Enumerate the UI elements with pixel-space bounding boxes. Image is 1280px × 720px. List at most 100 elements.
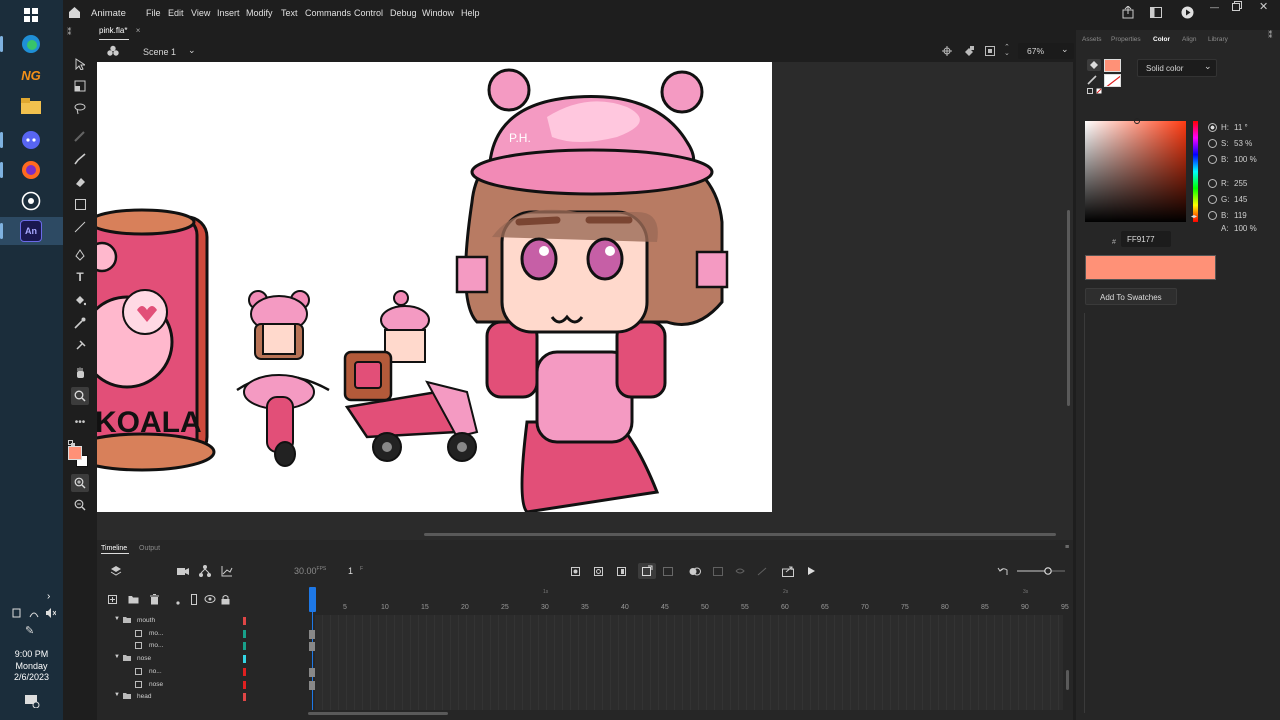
layer-row[interactable]: mo...	[111, 629, 251, 641]
scene-icon[interactable]	[107, 45, 119, 59]
tab-properties[interactable]: Properties	[1111, 36, 1141, 43]
eraser-tool-icon[interactable]	[72, 174, 88, 190]
layer-folder-row[interactable]: ▼ head	[111, 692, 251, 704]
rectangle-tool-icon[interactable]	[72, 196, 88, 212]
menu-help[interactable]: Help	[461, 8, 480, 18]
saturation-brightness-field[interactable]	[1085, 118, 1186, 222]
panel-menu-icon[interactable]: ⁑	[1268, 30, 1273, 41]
menu-edit[interactable]: Edit	[168, 8, 184, 18]
folder-expand-chevron-icon[interactable]: ▼	[114, 692, 120, 698]
menu-file[interactable]: File	[146, 8, 161, 18]
line-tool-icon[interactable]	[72, 219, 88, 235]
undo-icon[interactable]	[997, 566, 1009, 578]
minimize-icon[interactable]: —	[1210, 2, 1219, 12]
tab-assets[interactable]: Assets	[1082, 36, 1102, 43]
export-icon[interactable]	[782, 566, 794, 579]
fill-stroke-swatches[interactable]	[68, 446, 89, 468]
show-hidden-icons-chevron-icon[interactable]: ›	[47, 591, 50, 602]
layer-parenting-icon[interactable]	[199, 565, 211, 579]
folder-expand-chevron-icon[interactable]: ▼	[114, 616, 120, 622]
frame-size-slider[interactable]	[1017, 566, 1069, 576]
folder-expand-chevron-icon[interactable]: ▼	[114, 654, 120, 660]
clip-content-icon[interactable]	[985, 46, 995, 58]
scene-dropdown-chevron-icon[interactable]: ⌄	[188, 45, 196, 56]
stage-pasteboard[interactable]: KOALA P.H.	[97, 62, 1073, 540]
graph-icon[interactable]	[221, 565, 233, 579]
fill-bucket-icon[interactable]	[1087, 59, 1101, 71]
paint-bucket-tool-icon[interactable]	[72, 292, 88, 308]
new-folder-icon[interactable]	[128, 595, 139, 606]
blank-keyframe-icon[interactable]	[594, 567, 603, 578]
zoom-in-icon[interactable]	[71, 474, 89, 492]
layer-color-marker[interactable]	[243, 629, 246, 638]
swap-colors-icon[interactable]	[1087, 88, 1107, 98]
edit-multiple-frames-icon[interactable]	[713, 567, 723, 578]
highlight-layer-icon[interactable]	[176, 598, 180, 607]
layer-row[interactable]: no...	[111, 667, 251, 679]
insert-frame-icon[interactable]	[617, 567, 626, 578]
layer-name[interactable]: mo...	[149, 642, 163, 649]
layer-color-marker[interactable]	[243, 693, 246, 702]
workspace-icon[interactable]	[1150, 7, 1162, 20]
fill-color-swatch[interactable]	[1104, 59, 1121, 72]
saturation-radio[interactable]	[1208, 139, 1217, 148]
timeline-vertical-scrollbar[interactable]	[1066, 670, 1069, 690]
test-movie-play-icon[interactable]	[1181, 6, 1194, 21]
zoom-stepper-icon[interactable]: ⌃ ⌄	[1004, 44, 1010, 57]
menu-debug[interactable]: Debug	[390, 8, 417, 18]
fps-display[interactable]: 30.00FPS	[294, 566, 326, 576]
zoom-tool-icon[interactable]	[71, 387, 89, 405]
close-icon[interactable]: ✕	[1259, 0, 1268, 13]
frame-grid[interactable]	[315, 615, 1063, 710]
edit-symbols-icon[interactable]	[963, 45, 975, 59]
notification-icon[interactable]	[24, 694, 40, 713]
animate-app-icon[interactable]: An	[20, 220, 42, 242]
scene-name[interactable]: Scene 1	[143, 47, 176, 57]
layer-name[interactable]: no...	[149, 668, 162, 675]
green-value[interactable]: 145	[1234, 195, 1247, 204]
home-icon[interactable]	[68, 6, 81, 21]
newgrounds-icon[interactable]: NG	[20, 64, 42, 86]
layer-color-marker[interactable]	[243, 617, 246, 625]
hue-slider[interactable]	[1193, 121, 1198, 222]
menu-commands[interactable]: Commands	[305, 8, 351, 18]
obs-studio-icon[interactable]	[20, 190, 42, 212]
edge-browser-icon[interactable]	[20, 33, 42, 55]
lasso-tool-icon[interactable]	[72, 101, 88, 117]
delete-layer-icon[interactable]	[150, 594, 159, 607]
system-tray[interactable]	[12, 606, 57, 618]
output-tab[interactable]: Output	[139, 545, 160, 552]
layer-name[interactable]: mouth	[137, 617, 155, 624]
menu-modify[interactable]: Modify	[246, 8, 273, 18]
keyframe-icon[interactable]	[571, 567, 580, 578]
center-frame-icon[interactable]	[757, 567, 767, 578]
brush-tool-icon[interactable]	[72, 151, 88, 167]
pin-tool-icon[interactable]	[72, 338, 88, 354]
alpha-value[interactable]: 100 %	[1234, 224, 1257, 233]
timeline-tab[interactable]: Timeline	[101, 545, 127, 552]
menu-view[interactable]: View	[191, 8, 210, 18]
layer-color-marker[interactable]	[243, 655, 246, 664]
outline-layer-icon[interactable]	[191, 594, 197, 607]
layer-name[interactable]: head	[137, 693, 151, 700]
red-radio[interactable]	[1208, 179, 1217, 188]
free-transform-tool-icon[interactable]	[72, 78, 88, 94]
eyedropper-tool-icon[interactable]	[72, 315, 88, 331]
color-picker-cursor[interactable]	[1134, 118, 1140, 124]
restore-icon[interactable]	[1232, 1, 1242, 13]
hex-input[interactable]: FF9177	[1121, 231, 1171, 247]
layer-stack-icon[interactable]	[110, 565, 122, 579]
layer-name[interactable]: nose	[149, 681, 163, 688]
keyframe-cell[interactable]	[309, 667, 315, 677]
brightness-value[interactable]: 100 %	[1234, 155, 1257, 164]
pen-icon[interactable]: ✎	[25, 624, 34, 637]
hand-tool-icon[interactable]	[72, 365, 88, 381]
add-to-swatches-button[interactable]: Add To Swatches	[1085, 288, 1177, 305]
vertical-scrollbar[interactable]	[1067, 210, 1070, 406]
camera-icon[interactable]	[177, 566, 189, 578]
menu-insert[interactable]: Insert	[217, 8, 240, 18]
pencil-tool-icon[interactable]	[72, 128, 88, 144]
fill-type-dropdown[interactable]: Solid color ⌄	[1137, 59, 1217, 77]
playhead[interactable]	[309, 587, 316, 612]
hue-radio[interactable]	[1208, 123, 1217, 132]
